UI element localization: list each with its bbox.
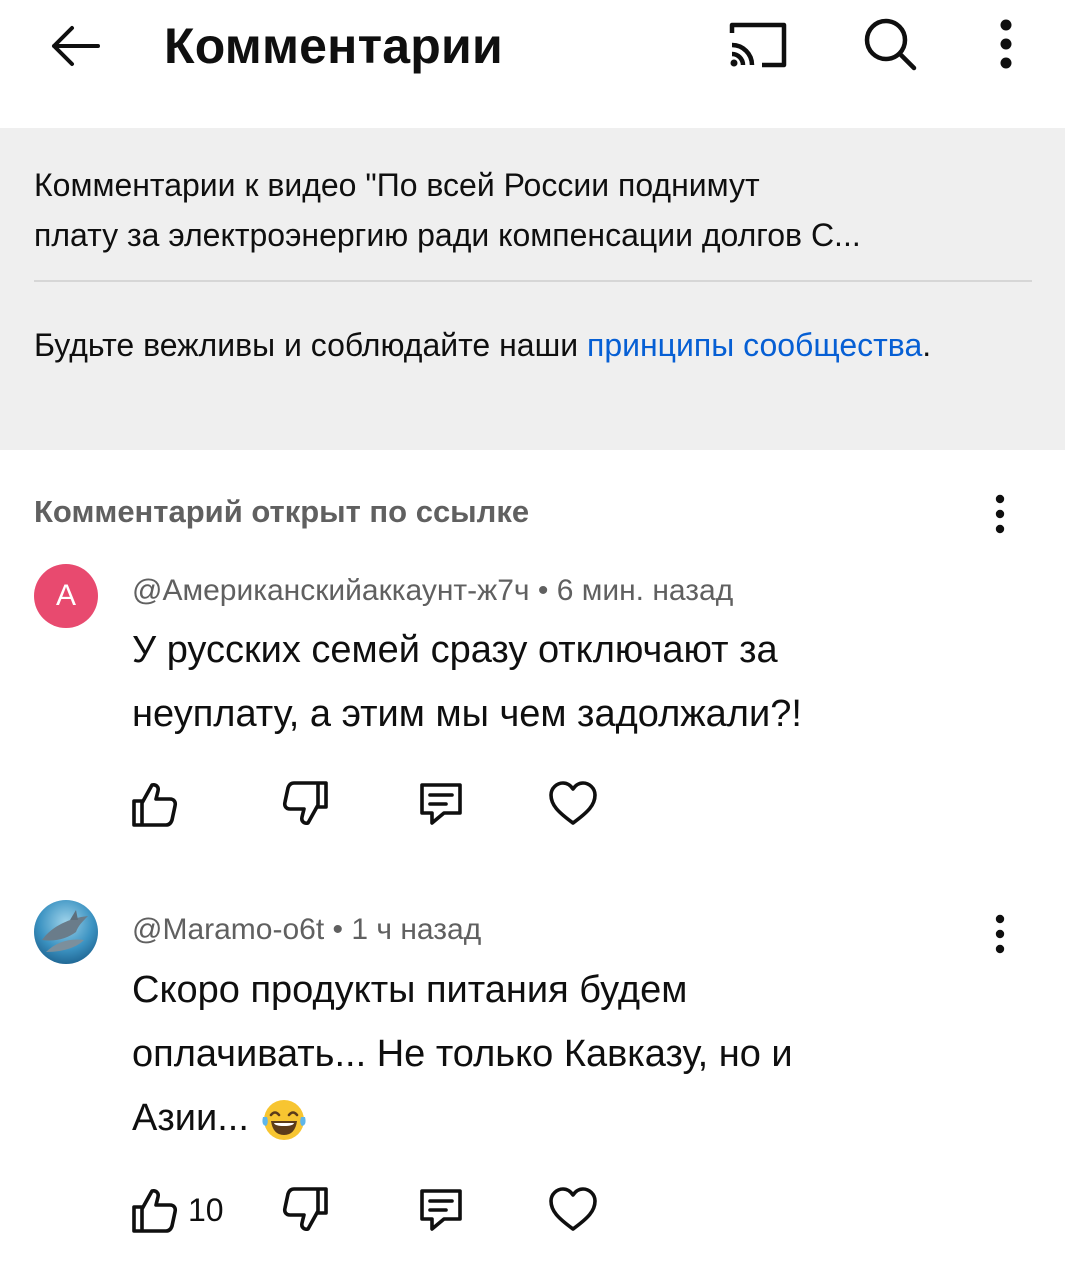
comment-meta: @Американскийаккаунт-ж7ч • 6 мин. назад: [132, 569, 733, 613]
thumb-down-icon: [282, 781, 328, 825]
meta-separator: •: [324, 913, 352, 946]
search-icon: [864, 18, 917, 71]
comment-author[interactable]: @Maramo-o6t: [132, 913, 324, 946]
heart-icon: [549, 781, 597, 825]
like-button[interactable]: [126, 774, 188, 834]
community-guidelines-link[interactable]: принципы сообщества: [587, 327, 922, 363]
reply-icon: [420, 1189, 462, 1231]
comment-menu-button[interactable]: [980, 904, 1020, 964]
divider: [34, 280, 1032, 282]
meta-separator: •: [529, 574, 557, 607]
more-vert-icon: [995, 494, 1005, 534]
community-rules-note: Будьте вежливы и соблюдайте наши принцип…: [34, 320, 1024, 370]
comment-text-line-with-emoji: Азии...: [132, 1086, 952, 1150]
video-caption: Комментарии к видео "По всей России подн…: [34, 160, 1034, 260]
dolphin-avatar[interactable]: [34, 900, 98, 964]
reply-icon: [420, 783, 462, 825]
heart-button[interactable]: [546, 1180, 600, 1240]
rules-suffix: .: [922, 327, 932, 363]
comment-text-line: оплачивать... Не только Кавказу, но и: [132, 1033, 793, 1075]
comments-screen: Комментарии Комментарии к видео "По всей…: [0, 0, 1065, 1280]
more-vert-icon: [1000, 19, 1012, 69]
dislike-button[interactable]: [280, 1180, 334, 1240]
comment-text-line: У русских семей сразу отключают за: [132, 629, 778, 671]
comment-text: У русских семей сразу отключают за неупл…: [132, 618, 952, 746]
laughing-tears-emoji: [262, 1099, 307, 1140]
cast-button[interactable]: [722, 14, 794, 76]
like-button[interactable]: 10: [126, 1180, 224, 1240]
comment-meta: @Maramo-o6t • 1 ч назад: [132, 908, 481, 952]
linked-comment-menu-button[interactable]: [980, 484, 1020, 544]
comment-time: 1 ч назад: [351, 913, 482, 946]
more-vert-icon: [995, 914, 1005, 954]
reply-button[interactable]: [414, 1180, 468, 1240]
dislike-button[interactable]: [280, 774, 334, 834]
cast-icon: [729, 22, 787, 68]
back-button[interactable]: [44, 18, 106, 74]
top-app-bar: Комментарии: [0, 0, 1065, 128]
thumb-down-icon: [282, 1187, 328, 1231]
info-panel: Комментарии к видео "По всей России подн…: [0, 128, 1065, 450]
dolphin-avatar-image: [34, 900, 98, 964]
search-button[interactable]: [854, 12, 926, 76]
comment-text-line: Азии...: [132, 1097, 249, 1139]
thumb-up-icon: [132, 783, 178, 827]
comment-time: 6 мин. назад: [556, 574, 734, 607]
heart-button[interactable]: [546, 774, 600, 834]
comment-text-line: Скоро продукты питания будем: [132, 969, 688, 1011]
video-caption-line-2: плату за электроэнергию ради компенсации…: [34, 217, 861, 253]
comment-text-line: неуплату, а этим мы чем задолжали?!: [132, 693, 802, 735]
video-caption-line-1: Комментарии к видео "По всей России подн…: [34, 167, 760, 203]
comment-author[interactable]: @Американскийаккаунт-ж7ч: [132, 574, 530, 607]
page-title: Комментарии: [164, 18, 503, 74]
linked-comment-label: Комментарий открыт по ссылке: [34, 494, 530, 529]
like-count: 10: [188, 1191, 224, 1228]
rules-prefix: Будьте вежливы и соблюдайте наши: [34, 327, 587, 363]
more-options-button[interactable]: [984, 12, 1028, 76]
avatar[interactable]: A: [34, 564, 98, 628]
comment-text: Скоро продукты питания будем оплачивать.…: [132, 958, 952, 1150]
reply-button[interactable]: [414, 774, 468, 834]
heart-icon: [549, 1187, 597, 1231]
thumb-up-icon: [132, 1189, 178, 1233]
arrow-left-icon: [52, 26, 100, 66]
